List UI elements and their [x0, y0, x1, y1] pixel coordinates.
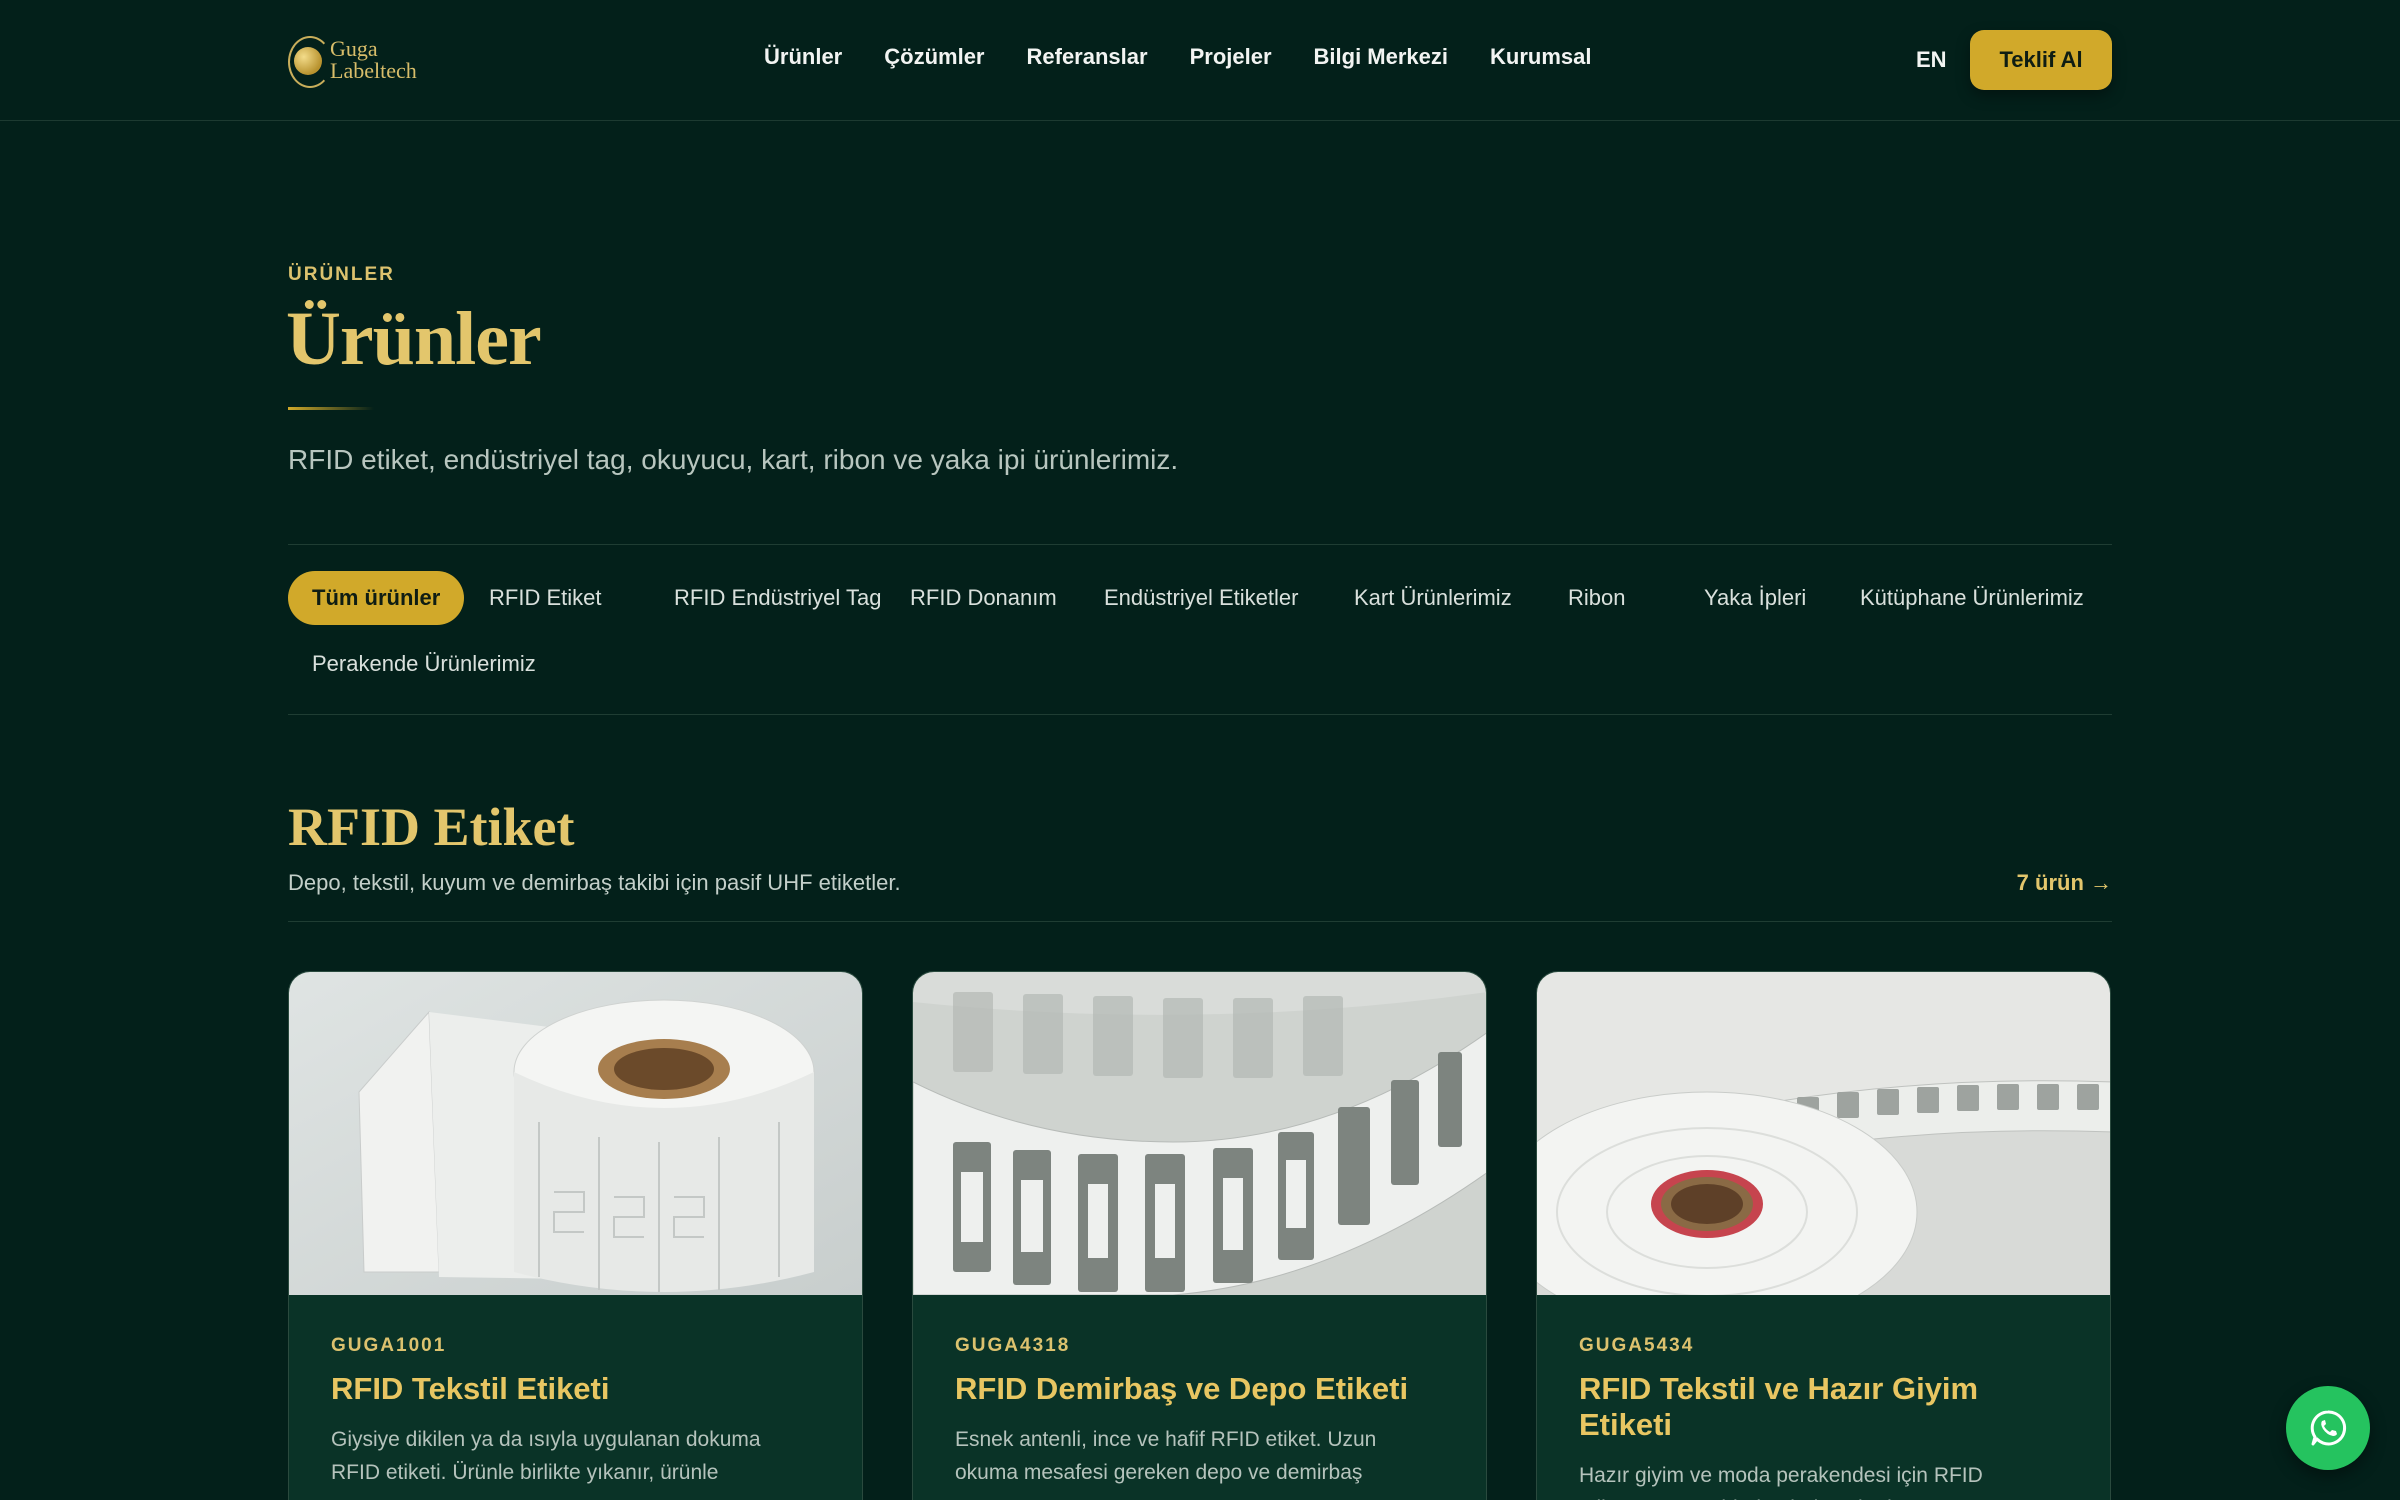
section-title: RFID Etiket	[288, 797, 575, 857]
title-underline	[288, 407, 374, 410]
main-nav: Ürünler Çözümler Referanslar Projeler Bi…	[764, 44, 1633, 70]
product-sku: GUGA1001	[331, 1335, 447, 1356]
product-title: RFID Demirbaş ve Depo Etiketi	[955, 1371, 1409, 1406]
product-sku: GUGA5434	[1579, 1335, 1695, 1356]
page-title: Ürünler	[286, 297, 542, 381]
product-description-line: RFID etiketi. Ürünle birlikte yıkanır, ü…	[331, 1461, 719, 1484]
filter-chip-rfid-endustriyel-tag[interactable]: RFID Endüstriyel Tag	[650, 571, 905, 625]
product-description-line: Hazır giyim ve moda perakendesi için RFI…	[1579, 1464, 1983, 1487]
nav-item-projeler[interactable]: Projeler	[1190, 44, 1272, 70]
product-description: Giysiye dikilen ya da ısıyla uygulanan d…	[331, 1423, 820, 1489]
product-description: Esnek antenli, ince ve hafif RFID etiket…	[955, 1423, 1444, 1489]
filter-chip-endustriyel-etiketler[interactable]: Endüstriyel Etiketler	[1080, 571, 1322, 625]
product-title: RFID Tekstil ve Hazır Giyim Etiketi	[1579, 1371, 1979, 1442]
section-divider	[288, 921, 2112, 922]
section-description: Depo, tekstil, kuyum ve demirbaş takibi …	[288, 870, 901, 895]
product-description-line: okuma mesafesi gereken depo ve demirbaş	[955, 1461, 1363, 1484]
filter-chip-rfid-donanim[interactable]: RFID Donanım	[886, 571, 1081, 625]
nav-item-cozumler[interactable]: Çözümler	[884, 44, 984, 70]
filter-chip-rfid-etiket[interactable]: RFID Etiket	[465, 571, 625, 625]
breadcrumb-eyebrow: ÜRÜNLER	[288, 264, 395, 285]
product-card[interactable]: GUGA1001 RFID Tekstil Etiketi Giysiye di…	[288, 971, 863, 1500]
brand-logo[interactable]: Guga Labeltech	[288, 32, 428, 88]
filter-chip-kutuphane-urunlerimiz[interactable]: Kütüphane Ürünlerimiz	[1836, 571, 2108, 625]
product-description-line: Giysiye dikilen ya da ısıyla uygulanan d…	[331, 1428, 761, 1451]
logo-mark-icon	[288, 34, 332, 88]
product-card[interactable]: GUGA5434 RFID Tekstil ve Hazır Giyim Eti…	[1536, 971, 2111, 1500]
category-filter-bar: Tüm ürünler RFID Etiket RFID Endüstriyel…	[288, 544, 2112, 715]
product-description-line: Esnek antenli, ince ve hafif RFID etiket…	[955, 1428, 1377, 1451]
product-sku: GUGA4318	[955, 1335, 1071, 1356]
filter-chip-ribon[interactable]: Ribon	[1544, 571, 1649, 625]
filter-chip-tum-urunler[interactable]: Tüm ürünler	[288, 571, 465, 625]
product-title: RFID Tekstil Etiketi	[331, 1371, 610, 1406]
brand-wordmark: Guga Labeltech	[330, 38, 417, 82]
whatsapp-icon	[2310, 1410, 2347, 1446]
nav-item-kurumsal[interactable]: Kurumsal	[1490, 44, 1591, 70]
nav-item-referanslar[interactable]: Referanslar	[1027, 44, 1148, 70]
brand-line-1: Guga	[330, 36, 378, 61]
product-description-line: etiket. Hammaddeden iadeye kadar aynı	[1579, 1492, 2068, 1500]
page-lead: RFID etiket, endüstriyel tag, okuyucu, k…	[288, 444, 1179, 475]
product-card-body: GUGA5434 RFID Tekstil ve Hazır Giyim Eti…	[1537, 1295, 2110, 1500]
site-header: Guga Labeltech Ürünler Çözümler Referans…	[0, 0, 2400, 121]
product-image-textile-label-roll	[289, 972, 862, 1295]
product-card[interactable]: GUGA4318 RFID Demirbaş ve Depo Etiketi E…	[912, 971, 1487, 1500]
product-card-body: GUGA1001 RFID Tekstil Etiketi Giysiye di…	[289, 1295, 862, 1489]
section-count-link[interactable]: 7 ürün →	[2017, 870, 2112, 896]
filter-chip-yaka-ipleri[interactable]: Yaka İpleri	[1680, 571, 1830, 625]
filter-chip-perakende-urunlerimiz[interactable]: Perakende Ürünlerimiz	[288, 637, 560, 691]
product-image-asset-label-strip	[913, 972, 1486, 1295]
language-switch[interactable]: EN	[1916, 47, 1947, 73]
product-card-body: GUGA4318 RFID Demirbaş ve Depo Etiketi E…	[913, 1295, 1486, 1489]
filter-chip-kart-urunlerimiz[interactable]: Kart Ürünlerimiz	[1330, 571, 1536, 625]
nav-item-bilgi-merkezi[interactable]: Bilgi Merkezi	[1314, 44, 1448, 70]
nav-item-urunler[interactable]: Ürünler	[764, 44, 842, 70]
quote-button[interactable]: Teklif Al	[1970, 30, 2112, 90]
product-description: Hazır giyim ve moda perakendesi için RFI…	[1579, 1459, 2068, 1500]
whatsapp-button[interactable]	[2286, 1386, 2370, 1470]
product-image-apparel-label-roll	[1537, 972, 2110, 1295]
brand-line-2: Labeltech	[330, 58, 417, 83]
